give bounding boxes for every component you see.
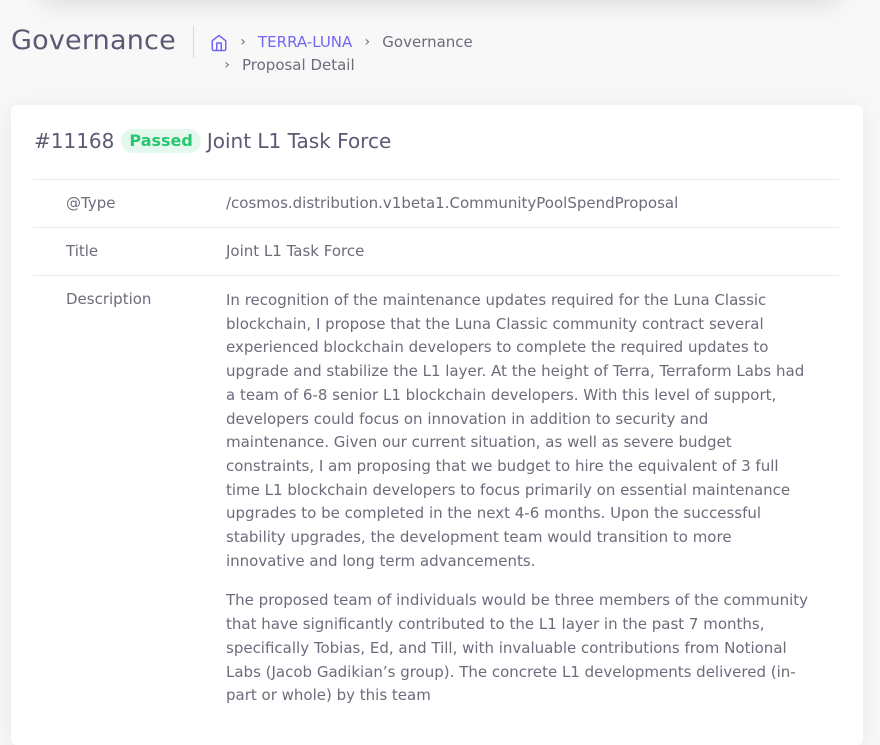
proposal-card: #11168 Passed Joint L1 Task Force @Type …: [11, 105, 863, 745]
breadcrumb-chain-link[interactable]: TERRA-LUNA: [258, 31, 352, 54]
table-row-description: Description In recognition of the mainte…: [33, 274, 839, 738]
title-value: Joint L1 Task Force: [226, 227, 839, 276]
description-label: Description: [33, 274, 226, 738]
proposal-detail-table: @Type /cosmos.distribution.v1beta1.Commu…: [33, 179, 839, 738]
table-row-type: @Type /cosmos.distribution.v1beta1.Commu…: [33, 179, 839, 228]
chevron-right-icon: ›: [364, 34, 371, 50]
proposal-id: #11168: [34, 129, 115, 153]
type-label: @Type: [33, 179, 226, 228]
page-header: Governance › TERRA-LUNA › Governance › P…: [0, 0, 880, 100]
chevron-right-icon: ›: [224, 57, 230, 73]
description-paragraph: The proposed team of individuals would b…: [226, 591, 809, 705]
proposal-heading: #11168 Passed Joint L1 Task Force: [34, 129, 391, 153]
type-value: /cosmos.distribution.v1beta1.CommunityPo…: [226, 179, 839, 228]
breadcrumb-governance: Governance: [382, 33, 473, 51]
chevron-right-icon: ›: [240, 34, 246, 50]
breadcrumb-current: Proposal Detail: [242, 56, 355, 74]
table-row-title: Title Joint L1 Task Force: [33, 227, 839, 276]
title-label: Title: [33, 227, 226, 276]
status-badge: Passed: [121, 129, 201, 153]
header-divider: [193, 26, 194, 58]
home-icon[interactable]: [210, 34, 228, 52]
breadcrumb: › TERRA-LUNA › Governance › Proposal Det…: [210, 31, 530, 77]
description-paragraph: In recognition of the maintenance update…: [226, 291, 805, 570]
page-title: Governance: [11, 25, 176, 56]
description-value: In recognition of the maintenance update…: [226, 274, 839, 738]
proposal-title: Joint L1 Task Force: [206, 129, 392, 153]
